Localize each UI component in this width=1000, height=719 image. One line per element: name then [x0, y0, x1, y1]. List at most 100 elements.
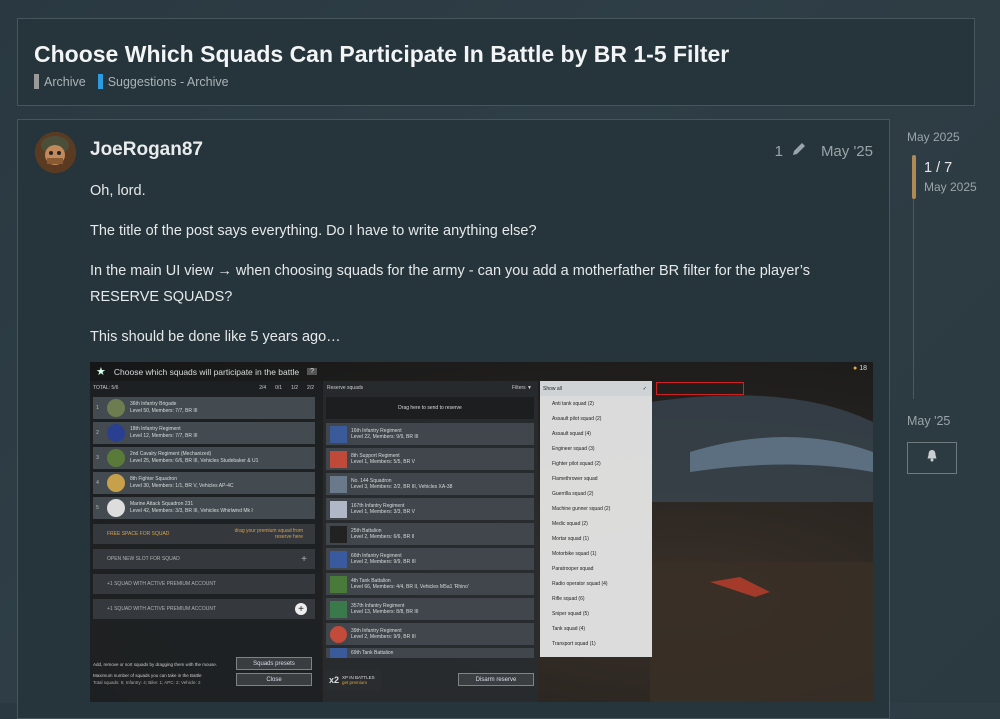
gold-counter: ● 18: [853, 365, 867, 372]
filter-option[interactable]: Engineer squad (3): [540, 441, 652, 456]
reserve-row[interactable]: 69th Tank Battalion: [326, 648, 534, 658]
category-color-swatch: [97, 74, 103, 89]
category-archive[interactable]: Archive: [34, 74, 86, 89]
disarm-reserve-button[interactable]: Disarm reserve: [458, 673, 534, 686]
filter-option[interactable]: Transport squad (1): [540, 636, 652, 651]
squad-emblem-icon: [330, 648, 347, 658]
squad-row[interactable]: 3 2nd Cavalry Regiment (Mechanized) Level…: [93, 447, 315, 469]
squads-presets-button[interactable]: Squads presets: [236, 657, 312, 670]
filter-option[interactable]: Guerrilla squad (2): [540, 486, 652, 501]
topic-title[interactable]: Choose Which Squads Can Participate In B…: [34, 41, 729, 68]
notification-button[interactable]: [907, 442, 957, 474]
topic-timeline: May 2025 1 / 7 May 2025 May '25: [907, 130, 987, 474]
timeline-scroll-handle[interactable]: [912, 155, 916, 199]
filter-option[interactable]: Anti tank squad (2): [540, 396, 652, 411]
filter-dropdown: Show all ✓ Anti tank squad (2) Assault pi…: [540, 381, 652, 657]
post-paragraph: This should be done like 5 years ago…: [90, 329, 341, 345]
squad-emblem-icon: [107, 424, 125, 442]
timeline-position: 1 / 7: [924, 160, 953, 176]
avatar[interactable]: [35, 132, 76, 173]
plus-icon[interactable]: +: [301, 554, 307, 565]
squad-row[interactable]: 5 Marine Attack Squadron 231 Level 42, Me…: [93, 497, 315, 519]
filter-option[interactable]: Fighter pilot squad (2): [540, 456, 652, 471]
reserve-row[interactable]: 66th Infantry Regiment Level 2, Members: …: [326, 548, 534, 570]
reserve-row[interactable]: 39th Infantry Regiment Level 2, Members: …: [326, 623, 534, 645]
reserve-title: Reserve squads: [327, 385, 364, 391]
filter-option[interactable]: Assault squad (4): [540, 426, 652, 441]
filter-option[interactable]: Sniper squad (5): [540, 606, 652, 621]
filter-option[interactable]: Motorbike squad (1): [540, 546, 652, 561]
help-icon[interactable]: ?: [307, 368, 317, 375]
timeline-track[interactable]: [913, 199, 914, 399]
filter-option[interactable]: Machine gunner squad (2): [540, 501, 652, 516]
timeline-end-date[interactable]: May '25: [907, 414, 950, 428]
xp-bonus[interactable]: x2 XP IN BATTLES get premium: [326, 670, 381, 690]
timeline-start-date[interactable]: May 2025: [907, 130, 987, 144]
post-username[interactable]: JoeRogan87: [90, 139, 203, 161]
filter-option[interactable]: Mortar squad (1): [540, 531, 652, 546]
check-icon: ✓: [642, 385, 647, 392]
gold-coin-icon: ●: [853, 365, 858, 372]
reserve-row[interactable]: 167th Infantry Regiment Level 1, Members:…: [326, 498, 534, 520]
post-image[interactable]: ★ Choose which squads will participate i…: [90, 362, 873, 702]
open-slot[interactable]: OPEN NEW SLOT FOR SQUAD +: [93, 549, 315, 569]
game-title-text: Choose which squads will participate in …: [113, 366, 300, 377]
reserve-panel: Reserve squads Filters ▼ Drag here to se…: [323, 381, 538, 702]
reserve-row[interactable]: 357th Infantry Regiment Level 13, Members…: [326, 598, 534, 620]
max-squads-detail: Total squads: 5; Infantry: 4; Bike: 1; A…: [93, 680, 201, 685]
post-body: Oh, lord. The title of the post says eve…: [90, 178, 880, 364]
filter-option[interactable]: Tank squad (4): [540, 621, 652, 636]
reserve-drop-zone[interactable]: Drag here to send to reserve: [326, 397, 534, 419]
filter-option[interactable]: Medic squad (2): [540, 516, 652, 531]
squad-emblem-icon: [330, 425, 347, 443]
squad-emblem-icon: [107, 449, 125, 467]
squad-row[interactable]: 2 18th Infantry Regiment Level 12, Member…: [93, 422, 315, 444]
pencil-icon[interactable]: [791, 141, 807, 161]
squad-row[interactable]: 1 36th Infantry Brigade Level 50, Members…: [93, 397, 315, 419]
edit-count[interactable]: 1: [775, 143, 783, 160]
bell-icon: [926, 449, 938, 467]
category-breadcrumb: Archive Suggestions - Archive: [34, 74, 229, 89]
premium-slot[interactable]: +1 SQUAD WITH ACTIVE PREMIUM ACCOUNT +: [93, 599, 315, 619]
star-icon: ★: [96, 366, 106, 378]
highlight-box: [656, 382, 744, 395]
filter-option[interactable]: Rifle squad (6): [540, 591, 652, 606]
squad-emblem-icon: [330, 550, 347, 568]
reserve-row[interactable]: 8th Support Regiment Level 1, Members: 5/…: [326, 448, 534, 470]
squad-emblem-icon: [107, 499, 125, 517]
reserve-row[interactable]: 16th Infantry Regiment Level 22, Members:…: [326, 423, 534, 445]
close-button[interactable]: Close: [236, 673, 312, 686]
add-circle-icon[interactable]: +: [295, 603, 307, 615]
premium-slot[interactable]: +1 SQUAD WITH ACTIVE PREMIUM ACCOUNT: [93, 574, 315, 594]
squad-emblem-icon: [330, 500, 347, 518]
post-paragraph: The title of the post says everything. D…: [90, 223, 537, 239]
reserve-row[interactable]: 4th Tank Battalion Level 66, Members: 4/4…: [326, 573, 534, 595]
squad-emblem-icon: [330, 575, 347, 593]
filter-option[interactable]: Radio operator squad (4): [540, 576, 652, 591]
squad-emblem-icon: [330, 525, 347, 543]
squad-emblem-icon: [330, 450, 347, 468]
game-window-title: ★ Choose which squads will participate i…: [96, 365, 317, 378]
filter-icon: ▼: [527, 385, 532, 391]
post: JoeRogan87 1 May '25 Oh, lord. The title…: [17, 119, 890, 719]
category-label: Suggestions - Archive: [107, 74, 229, 89]
post-paragraph: Oh, lord.: [90, 183, 146, 199]
post-meta: 1 May '25: [775, 141, 873, 161]
filter-option[interactable]: Show all ✓: [540, 381, 652, 396]
reserve-row[interactable]: No. 144 Squadron Level 3, Members: 2/2, B…: [326, 473, 534, 495]
squad-emblem-icon: [330, 475, 347, 493]
max-squads-label: Maximum number of squads you can take in…: [93, 673, 202, 678]
filter-option[interactable]: Paratrooper squad: [540, 561, 652, 576]
filters-button[interactable]: Filters ▼: [512, 385, 532, 391]
category-label: Archive: [44, 74, 86, 89]
timeline-position-date: May 2025: [924, 180, 977, 194]
reserve-row[interactable]: 25th Battalion Level 2, Members: 6/6, BR …: [326, 523, 534, 545]
filter-option[interactable]: Flamethrower squad: [540, 471, 652, 486]
squad-row[interactable]: 4 8th Fighter Squadron Level 30, Members:…: [93, 472, 315, 494]
squad-panel: TOTAL: 5/6 2/4 0/1 1/2 2/2 1 36th Infant…: [90, 381, 322, 702]
post-paragraph: In the main UI view → when choosing squa…: [90, 263, 810, 305]
free-slot[interactable]: FREE SPACE FOR SQUAD drag your premium s…: [93, 524, 315, 544]
post-date[interactable]: May '25: [821, 143, 873, 160]
filter-option[interactable]: Assault pilot squad (2): [540, 411, 652, 426]
category-suggestions-archive[interactable]: Suggestions - Archive: [97, 74, 229, 89]
